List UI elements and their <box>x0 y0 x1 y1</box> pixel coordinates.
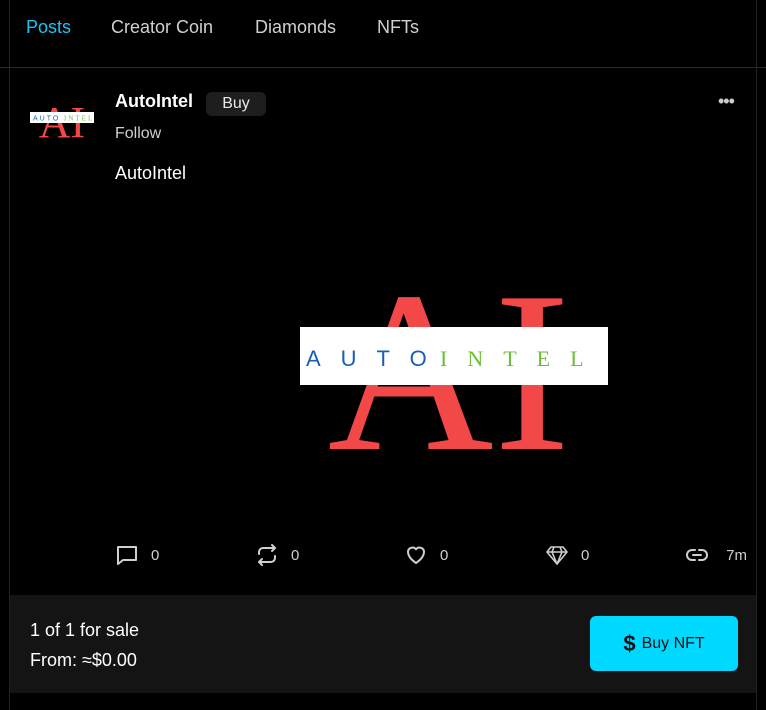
dollar-icon: $ <box>623 630 636 656</box>
post-card: AI AUTO INTEL AutoIntel Buy Follow ••• A… <box>10 69 756 595</box>
sale-count: 1 of 1 for sale <box>30 620 140 640</box>
nft-sale-panel: 1 of 1 for sale From: ≈$0.00 $ Buy NFT <box>10 595 756 693</box>
follow-button[interactable]: Follow <box>115 125 161 143</box>
comment-count: 0 <box>151 546 160 564</box>
link-icon <box>686 549 708 561</box>
post-actions: 0 0 0 0 7m <box>115 543 755 571</box>
repost-count: 0 <box>291 546 300 564</box>
sale-price: From: ≈$0.00 <box>30 650 137 670</box>
tab-nfts[interactable]: NFTs <box>377 17 419 38</box>
buy-nft-button[interactable]: $ Buy NFT <box>590 616 738 671</box>
post-body-text: AutoIntel <box>115 163 187 183</box>
diamond-count: 0 <box>581 546 590 564</box>
tab-diamonds[interactable]: Diamonds <box>255 17 336 38</box>
nft-image[interactable]: AI AUTO INTEL <box>290 259 608 459</box>
avatar[interactable]: AI AUTO INTEL <box>28 97 96 141</box>
like-action[interactable]: 0 <box>404 543 448 567</box>
post-username[interactable]: AutoIntel <box>115 91 193 112</box>
comment-icon <box>117 546 137 565</box>
comment-action[interactable]: 0 <box>115 543 159 567</box>
repost-icon <box>258 544 276 566</box>
like-count: 0 <box>440 546 449 564</box>
tab-posts[interactable]: Posts <box>26 17 71 38</box>
avatar-logo-left: AUTO <box>33 116 60 123</box>
avatar-logo-right: INTEL <box>64 115 94 123</box>
post-timestamp: 7m <box>726 547 747 564</box>
ellipsis-icon[interactable]: ••• <box>718 91 735 112</box>
heart-icon <box>407 546 425 564</box>
buy-coin-button[interactable]: Buy <box>206 92 266 116</box>
repost-action[interactable]: 0 <box>255 543 299 567</box>
diamond-action[interactable]: 0 <box>545 543 589 567</box>
nft-logo-right: INTEL <box>440 346 604 371</box>
diamond-icon <box>546 546 568 565</box>
tab-creator-coin[interactable]: Creator Coin <box>111 17 213 38</box>
tab-bar: Posts Creator Coin Diamonds NFTs <box>0 0 766 68</box>
buy-nft-label: Buy NFT <box>641 634 705 652</box>
copy-link-action[interactable] <box>685 543 709 567</box>
nft-logo-left: AUTO <box>306 346 447 371</box>
